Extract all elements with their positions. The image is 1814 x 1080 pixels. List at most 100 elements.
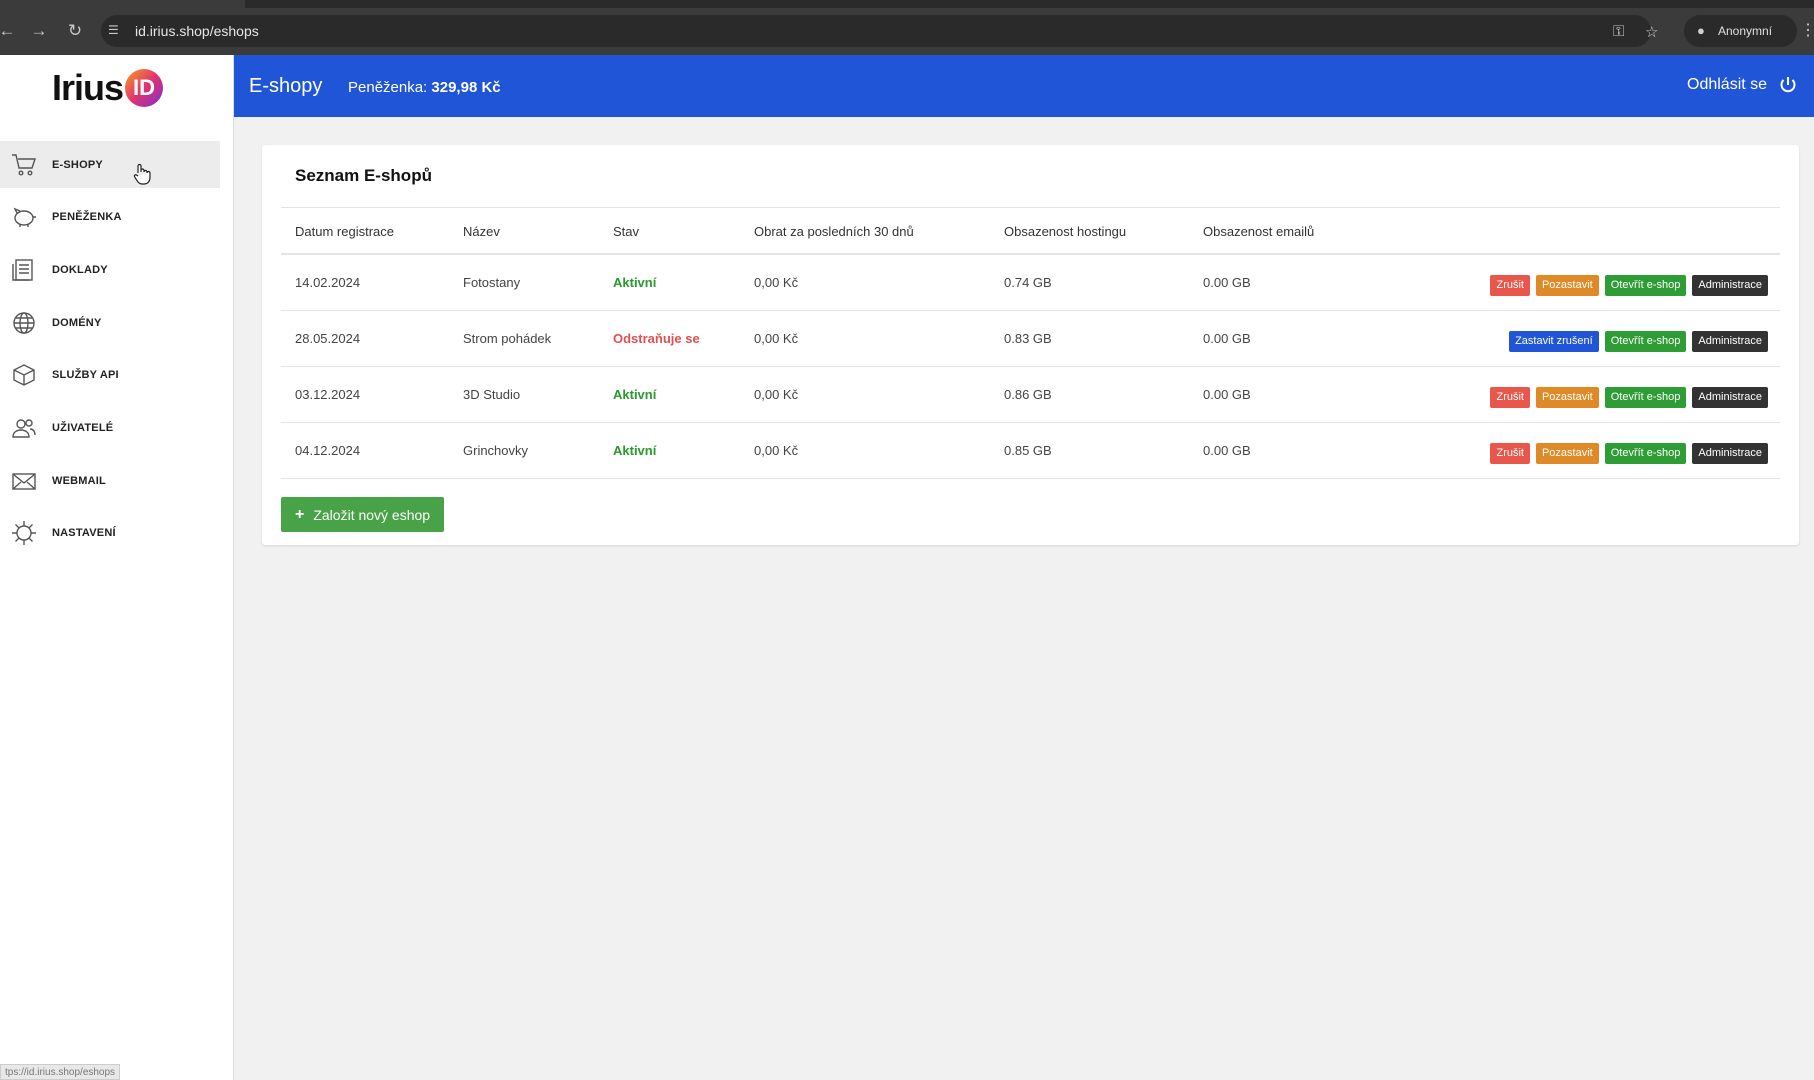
status-bar-url: tps://id.irius.shop/eshops [0,1064,121,1080]
browser-menu-icon[interactable]: ⋮ [1800,20,1814,40]
column-header-name: Název [463,224,500,239]
back-icon[interactable]: ← [0,20,18,42]
pause-button[interactable]: Pozastavit [1535,387,1599,408]
incognito-icon: ● [1697,23,1705,38]
sidebar-item-webmail[interactable]: WEBMAIL [0,457,220,504]
sidebar-item-penezenka[interactable]: PENĚŽENKA [0,193,220,240]
sidebar-item-label: SLUŽBY API [52,368,119,381]
power-icon [1780,77,1796,93]
sidebar-item-eshopy[interactable]: E-SHOPY [0,141,220,188]
cell-date: 14.02.2024 [295,275,361,290]
sidebar-item-label: DOMÉNY [52,316,102,329]
address-bar[interactable] [101,15,1651,47]
site-settings-icon[interactable]: ☰ [108,23,124,39]
cell-status: Aktivní [613,275,657,290]
sidebar-item-label: NASTAVENÍ [52,526,116,539]
stop-cancel-button[interactable]: Zastavit zrušení [1509,331,1599,352]
logout-button[interactable]: Odhlásit se [1687,76,1797,94]
administration-button[interactable]: Administrace [1692,443,1768,464]
column-header-turnover: Obrat za posledních 30 dnů [754,224,914,239]
cell-name: Grinchovky [463,443,529,458]
table-row: 04.12.2024 Grinchovky Aktivní 0,00 Kč 0.… [281,423,1780,479]
cell-date: 04.12.2024 [295,443,361,458]
sidebar-item-doklady[interactable]: DOKLADY [0,246,220,293]
row-actions: Zrušit Pozastavit Otevřít e-shop Adminis… [1490,275,1768,296]
plus-icon: + [295,505,305,523]
cell-status: Aktivní [613,443,657,458]
row-actions: Zastavit zrušení Otevřít e-shop Administ… [1509,331,1768,352]
cell-hosting: 0.83 GB [1004,331,1052,346]
cell-status: Odstraňuje se [613,331,700,346]
cell-status: Aktivní [613,387,657,402]
gear-icon [10,519,38,547]
open-eshop-button[interactable]: Otevřít e-shop [1604,443,1687,464]
address-bar-url[interactable]: id.irius.shop/eshops [135,23,259,39]
pause-button[interactable]: Pozastavit [1535,443,1599,464]
column-header-hosting: Obsazenost hostingu [1004,224,1127,239]
envelope-icon [10,467,38,495]
column-header-status: Stav [613,224,640,239]
piggy-bank-icon [10,203,38,231]
cell-turnover: 0,00 Kč [754,443,799,458]
create-eshop-button[interactable]: + Založit nový eshop [281,497,445,532]
open-eshop-button[interactable]: Otevřít e-shop [1604,331,1687,352]
administration-button[interactable]: Administrace [1692,387,1768,408]
cell-email: 0.00 GB [1203,275,1251,290]
password-key-icon[interactable]: ⚿ [1613,23,1624,40]
open-eshop-button[interactable]: Otevřít e-shop [1604,387,1687,408]
sidebar-item-sluzby-api[interactable]: SLUŽBY API [0,351,220,398]
top-header: E-shopy Peněženka: 329,98 Kč Odhlásit se [234,55,1814,117]
cancel-button[interactable]: Zrušit [1490,275,1530,296]
sidebar-item-label: E-SHOPY [52,158,103,171]
reload-icon[interactable]: ↻ [64,20,86,42]
administration-button[interactable]: Administrace [1692,331,1768,352]
sidebar-item-label: WEBMAIL [52,474,106,487]
administration-button[interactable]: Administrace [1692,275,1768,296]
row-actions: Zrušit Pozastavit Otevřít e-shop Adminis… [1490,387,1768,408]
create-eshop-label: Založit nový eshop [313,506,431,523]
open-eshop-button[interactable]: Otevřít e-shop [1604,275,1687,296]
cell-turnover: 0,00 Kč [754,331,799,346]
sidebar-item-uzivatele[interactable]: UŽIVATELÉ [0,404,220,451]
cell-name: Strom pohádek [463,331,552,346]
forward-icon[interactable]: → [28,20,50,42]
logo-badge: ID [125,69,164,107]
cell-email: 0.00 GB [1203,387,1251,402]
cell-turnover: 0,00 Kč [754,275,799,290]
table-row: 03.12.2024 3D Studio Aktivní 0,00 Kč 0.8… [281,367,1780,423]
eshop-list-card: Seznam E-shopů Datum registrace Název St… [262,145,1799,545]
eshop-table: Datum registrace Název Stav Obrat za pos… [281,207,1780,479]
users-icon [10,414,38,442]
wallet-label: Peněženka: [348,79,432,96]
cell-name: 3D Studio [463,387,521,402]
cell-hosting: 0.74 GB [1004,275,1052,290]
wallet-value: 329,98 Kč [431,79,501,96]
wallet-balance: Peněženka: 329,98 Kč [348,79,501,96]
sidebar-item-label: UŽIVATELÉ [52,421,114,434]
table-row: 14.02.2024 Fotostany Aktivní 0,00 Kč 0.7… [281,255,1780,311]
cube-icon [10,361,38,389]
hand-cursor-icon [133,163,151,185]
sidebar-item-domeny[interactable]: DOMÉNY [0,299,220,346]
table-row: 28.05.2024 Strom pohádek Odstraňuje se 0… [281,311,1780,367]
sidebar-item-label: PENĚŽENKA [52,210,122,223]
cell-email: 0.00 GB [1203,331,1251,346]
profile-label: Anonymní [1718,24,1773,38]
cell-email: 0.00 GB [1203,443,1251,458]
page-title: E-shopy [249,75,323,97]
cancel-button[interactable]: Zrušit [1490,387,1530,408]
logout-label: Odhlásit se [1687,76,1768,93]
card-title: Seznam E-shopů [295,166,432,185]
cell-turnover: 0,00 Kč [754,387,799,402]
document-icon [10,256,38,284]
logo[interactable]: Irius ID [52,67,164,108]
bookmark-star-icon[interactable]: ☆ [1645,23,1658,41]
sidebar-item-nastaveni[interactable]: NASTAVENÍ [0,509,220,556]
column-header-date: Datum registrace [295,224,394,239]
cancel-button[interactable]: Zrušit [1490,443,1530,464]
row-actions: Zrušit Pozastavit Otevřít e-shop Adminis… [1490,443,1768,464]
table-header: Datum registrace Název Stav Obrat za pos… [281,207,1780,255]
pause-button[interactable]: Pozastavit [1535,275,1599,296]
browser-tab-strip [245,0,1814,8]
globe-icon [10,309,38,337]
